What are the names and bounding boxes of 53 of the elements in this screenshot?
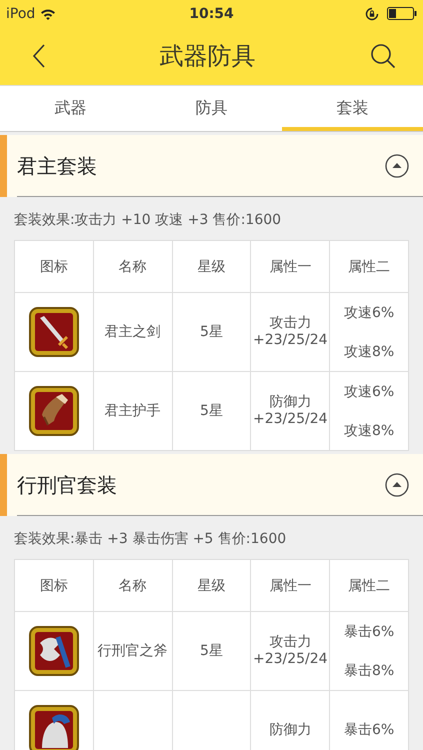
attribute-bonus: 暴击6% (344, 721, 394, 739)
column-header: 图标 (15, 241, 93, 292)
set-effect-text: 套装效果:攻击力 +10 攻速 +3 售价:1600 (13, 211, 282, 230)
attribute-value: 防御力 (269, 394, 312, 411)
attribute-value: +23/25/24 (252, 651, 328, 668)
item-name: 君主之剑 (104, 323, 161, 341)
set-effect-text: 套装效果:暴击 +3 暴击伤害 +5 售价:1600 (13, 530, 288, 549)
attribute-bonus: 攻速6% (344, 304, 394, 322)
attribute-bonus: 攻速6% (344, 382, 394, 400)
star-level: 5星 (200, 323, 223, 341)
axe-icon (28, 625, 80, 677)
section-title: 行刑官套装 (17, 472, 117, 498)
attribute-value: 攻击力 (269, 315, 312, 332)
attribute-value: 攻击力 (269, 634, 312, 651)
glove-icon (28, 385, 80, 437)
battery-icon (387, 7, 417, 20)
wifi-icon (40, 8, 56, 20)
back-icon (32, 43, 46, 69)
collapse-icon[interactable] (385, 473, 409, 497)
star-level: 5星 (200, 642, 223, 660)
section-header[interactable]: 行刑官套装 (0, 454, 423, 516)
attribute-bonus: 暴击8% (344, 662, 394, 680)
attribute-bonus: 暴击6% (344, 622, 394, 640)
item-name: 君主护手 (104, 402, 161, 420)
section-title: 君主套装 (17, 152, 97, 180)
tab[interactable]: 套装 (282, 86, 423, 131)
section-header[interactable]: 君主套装 (0, 135, 423, 197)
star-level: 5星 (200, 402, 223, 420)
page-title: 武器防具 (160, 41, 256, 72)
carrier-label: iPod (6, 6, 36, 22)
tab[interactable]: 武器 (0, 86, 141, 131)
column-header: 名称 (94, 241, 172, 292)
column-header: 名称 (94, 560, 172, 611)
tab[interactable]: 防具 (141, 86, 282, 131)
rotation-lock-icon (365, 6, 379, 20)
search-icon (369, 42, 397, 70)
column-header: 属性一 (251, 241, 330, 292)
helm-icon (28, 704, 80, 750)
column-header: 属性二 (330, 241, 408, 292)
sword-icon (28, 306, 80, 358)
item-name: 行刑官之斧 (98, 642, 168, 660)
attribute-bonus: 攻速8% (344, 342, 394, 360)
clock-time: 10:54 (189, 6, 234, 22)
attribute-value: 防御力 (269, 722, 312, 738)
attribute-bonus: 攻速8% (344, 422, 394, 440)
column-header: 星级 (172, 241, 250, 292)
attribute-value: +23/25/24 (252, 332, 328, 349)
column-header: 图标 (15, 560, 93, 611)
collapse-icon[interactable] (385, 154, 409, 178)
column-header: 属性一 (251, 560, 330, 611)
column-header: 星级 (172, 560, 250, 611)
column-header: 属性二 (330, 560, 408, 611)
attribute-value: +23/25/24 (252, 411, 328, 428)
